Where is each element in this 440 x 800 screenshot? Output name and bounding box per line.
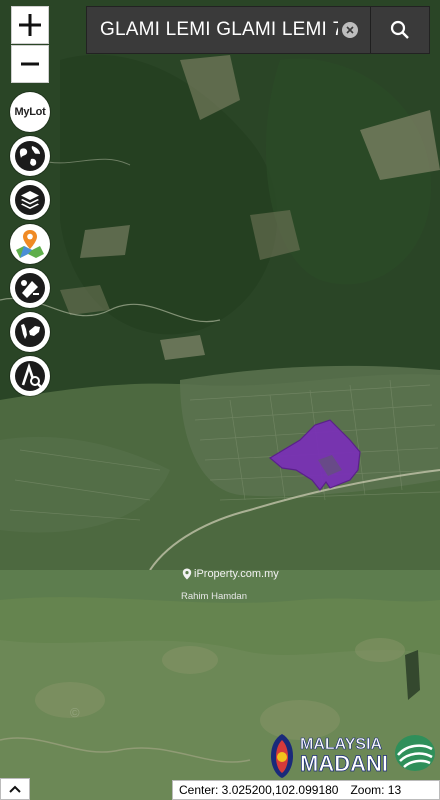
chevron-up-icon	[9, 785, 21, 793]
layers-icon	[15, 185, 45, 215]
map-status-bar: Center: 3.025200,102.099180 Zoom: 13	[172, 780, 440, 800]
watermark-agent: Rahim Hamdan	[181, 591, 247, 602]
search-bar	[86, 6, 430, 54]
madani-emblem-icon	[271, 734, 293, 778]
layers-button[interactable]	[10, 180, 50, 220]
mylot-label: MyLot	[14, 106, 46, 118]
jupem-logo-icon	[395, 735, 435, 771]
measure-area-button[interactable]	[10, 356, 50, 396]
globe-button[interactable]	[10, 136, 50, 176]
location-pin-icon	[182, 568, 192, 580]
close-icon	[346, 26, 354, 34]
measure-icon	[15, 273, 45, 303]
clear-search-button[interactable]	[342, 22, 358, 38]
mylot-button[interactable]: MyLot	[10, 92, 50, 132]
malaysia-map-icon	[15, 317, 45, 347]
malaysia-map-button[interactable]	[10, 312, 50, 352]
minus-icon	[21, 62, 39, 66]
watermark-brand: iProperty.com.my	[182, 568, 279, 580]
search-input[interactable]	[87, 8, 342, 52]
zoom-out-button[interactable]	[11, 45, 49, 83]
zoom-level: Zoom: 13	[350, 783, 402, 797]
plus-icon	[19, 14, 41, 36]
center-coordinates: Center: 3.025200,102.099180	[179, 783, 339, 797]
measure-button[interactable]	[10, 268, 50, 308]
logo-line2: MADANI	[300, 751, 389, 776]
search-button[interactable]	[370, 7, 429, 53]
globe-icon	[15, 141, 45, 171]
map-pin-icon	[16, 230, 44, 258]
collapse-button[interactable]	[0, 778, 30, 800]
satellite-map[interactable]	[0, 0, 440, 800]
search-icon	[390, 20, 409, 39]
watermark-brand-text: iProperty.com.my	[194, 568, 279, 580]
map-pin-button[interactable]	[10, 224, 50, 264]
map-imagery-watermark: ©	[70, 705, 80, 720]
zoom-in-button[interactable]	[11, 6, 49, 44]
measure-area-icon	[15, 361, 45, 391]
